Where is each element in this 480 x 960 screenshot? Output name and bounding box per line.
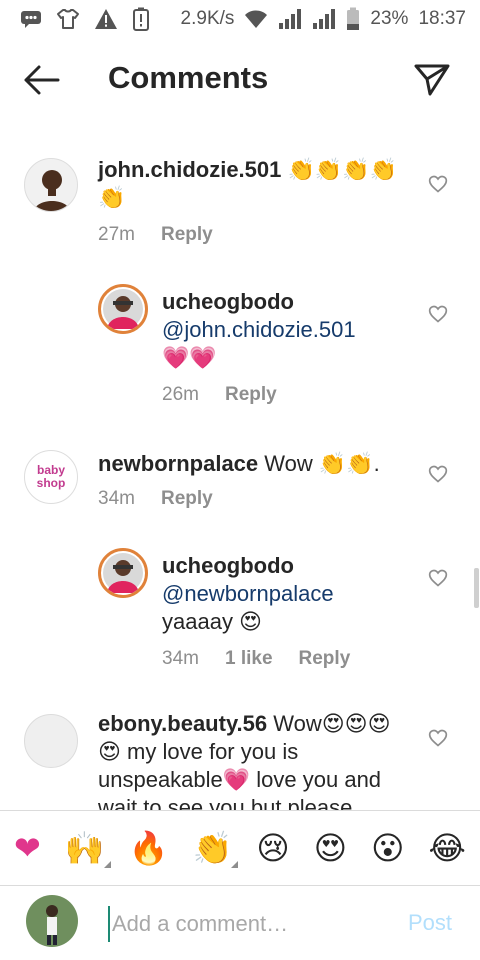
quick-emoji-bar: ❤ 🙌 🔥 👏 😢 😍 😮 😂 — [0, 810, 480, 886]
comment-time: 34m — [98, 488, 135, 509]
raised-hands-icon: 🙌 — [64, 830, 105, 866]
post-button[interactable]: Post — [408, 910, 452, 936]
emoji-clap-button[interactable]: 👏 — [192, 830, 239, 868]
arrow-left-icon — [24, 65, 60, 95]
emoji-raised-hands-button[interactable]: 🙌 — [64, 830, 111, 868]
reply-button[interactable]: Reply — [299, 648, 351, 670]
comment-body: ucheogbodo @john.chidozie.501 💗💗 — [162, 288, 412, 372]
back-button[interactable] — [22, 62, 62, 98]
heart-outline-icon — [428, 175, 448, 193]
emoji-heart-eyes-button[interactable]: 😍 — [314, 832, 347, 864]
variant-indicator-icon — [103, 861, 111, 868]
status-bar: 2.9K/s 23% 18:37 — [0, 0, 480, 38]
avatar-logo-text: baby shop — [36, 463, 66, 490]
header: Comments — [0, 38, 480, 124]
signal-icon — [278, 9, 302, 29]
comment-text: Wow 👏👏. — [264, 451, 380, 476]
comment-username[interactable]: newbornpalace — [98, 451, 258, 476]
emoji-heart-button[interactable]: ❤ — [14, 832, 41, 864]
comment-username[interactable]: john.chidozie.501 — [98, 157, 281, 182]
comment-username[interactable]: ebony.beauty.56 — [98, 711, 267, 736]
signal-icon — [312, 9, 336, 29]
avatar[interactable] — [24, 158, 78, 212]
comment-text: yaaaay 😍 — [162, 609, 262, 634]
like-button[interactable] — [428, 304, 448, 324]
like-button[interactable] — [428, 728, 448, 748]
message-icon — [20, 9, 42, 29]
likes-count[interactable]: 1 like — [225, 648, 273, 670]
status-bar-left — [20, 7, 150, 31]
heart-outline-icon — [428, 569, 448, 587]
variant-indicator-icon — [231, 861, 239, 868]
like-button[interactable] — [428, 174, 448, 194]
emoji-fire-button[interactable]: 🔥 — [129, 832, 169, 864]
comment-mention[interactable]: @newbornpalace — [162, 580, 412, 608]
like-button[interactable] — [428, 568, 448, 588]
heart-outline-icon — [428, 465, 448, 483]
network-speed: 2.9K/s — [180, 8, 235, 29]
wifi-icon — [244, 9, 268, 29]
comment-meta: 34m 1 like Reply — [162, 648, 350, 670]
heart-outline-icon — [428, 305, 448, 323]
avatar[interactable] — [24, 714, 78, 768]
heart-outline-icon — [428, 729, 448, 747]
comment-body: ebony.beauty.56 Wow😍😍😍😍 my love for you … — [98, 710, 408, 810]
tshirt-icon — [56, 8, 80, 30]
page-title: Comments — [108, 60, 269, 95]
comments-list[interactable]: john.chidozie.501 👏👏👏👏👏 27m Reply ucheog… — [0, 124, 480, 810]
battery-alert-icon — [132, 7, 150, 31]
clapping-hands-icon: 👏 — [192, 830, 233, 866]
warning-icon — [94, 8, 118, 30]
reply-button[interactable]: Reply — [225, 384, 277, 406]
reply-button[interactable]: Reply — [161, 488, 213, 510]
comment-username[interactable]: ucheogbodo — [162, 552, 412, 580]
clock: 18:37 — [418, 8, 466, 29]
scrollbar-thumb[interactable] — [474, 568, 479, 608]
emoji-surprised-button[interactable]: 😮 — [371, 832, 404, 864]
avatar[interactable]: baby shop — [24, 450, 78, 504]
avatar[interactable] — [98, 284, 148, 334]
comment-composer: Post — [0, 886, 480, 960]
comment-username[interactable]: ucheogbodo — [162, 288, 412, 316]
comment-text: 💗💗 — [162, 345, 217, 370]
comment-mention[interactable]: @john.chidozie.501 — [162, 316, 412, 344]
comment-meta: 34m Reply — [98, 488, 213, 510]
battery-percent: 23% — [370, 8, 409, 29]
comment-body: ucheogbodo @newbornpalace yaaaay 😍 — [162, 552, 412, 636]
emoji-laughing-button[interactable]: 😂 — [429, 832, 466, 864]
like-button[interactable] — [428, 464, 448, 484]
comment-time: 27m — [98, 224, 135, 245]
comment-body: john.chidozie.501 👏👏👏👏👏 — [98, 156, 398, 212]
avatar[interactable] — [98, 548, 148, 598]
reply-button[interactable]: Reply — [161, 224, 213, 246]
comment-body: newbornpalace Wow 👏👏. — [98, 450, 418, 478]
paper-plane-icon — [414, 64, 450, 96]
emoji-crying-button[interactable]: 😢 — [256, 832, 289, 864]
status-bar-right: 2.9K/s 23% 18:37 — [181, 7, 466, 31]
share-button[interactable] — [412, 60, 452, 100]
comment-time: 34m — [162, 648, 199, 669]
comment-meta: 26m Reply — [162, 384, 277, 406]
battery-icon — [346, 7, 360, 31]
comment-meta: 27m Reply — [98, 224, 213, 246]
current-user-avatar — [26, 895, 78, 947]
comment-input[interactable] — [108, 906, 384, 942]
comment-time: 26m — [162, 384, 199, 405]
